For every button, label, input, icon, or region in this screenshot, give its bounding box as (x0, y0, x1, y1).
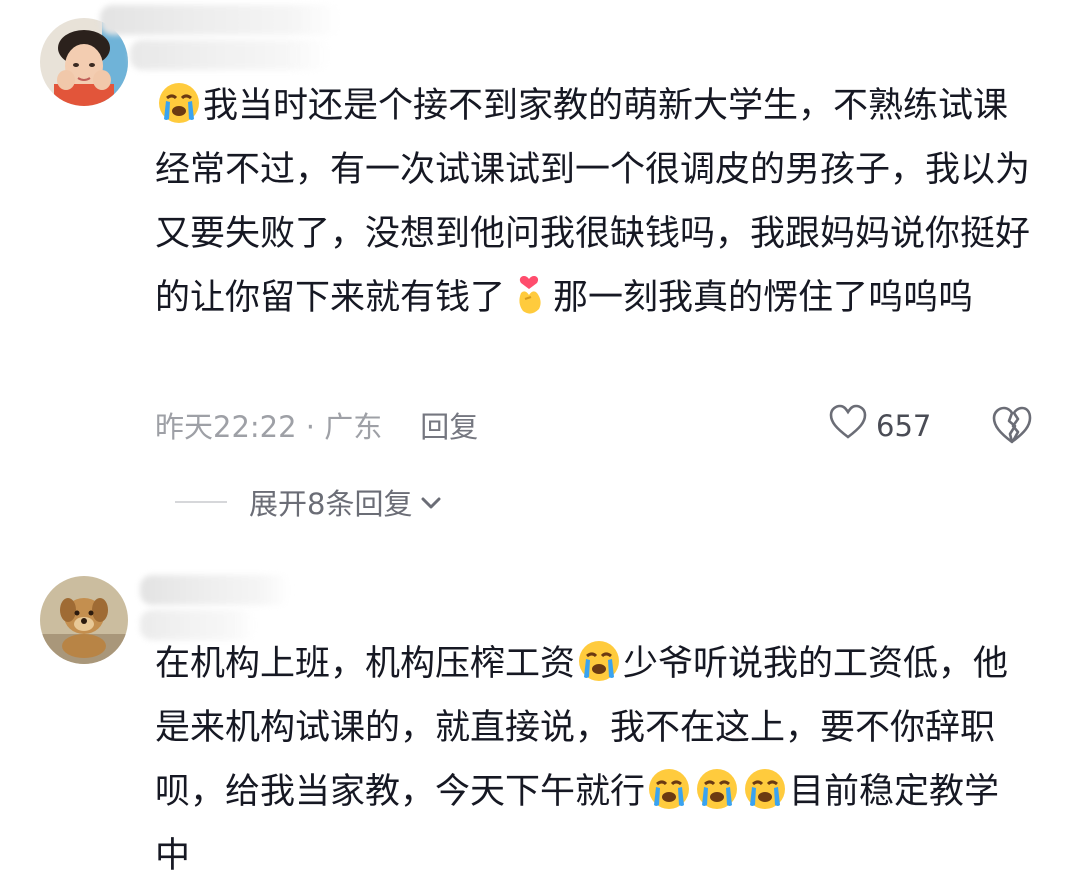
dislike-button[interactable] (990, 404, 1034, 448)
like-button[interactable]: 657 (828, 404, 931, 448)
comment-text: 我当时还是个接不到家教的萌新大学生，不熟练试课经常不过，有一次试课试到一个很调皮… (155, 74, 1030, 330)
finger-heart-icon (507, 273, 551, 317)
comment-time-location: 昨天22:22 · 广东 (155, 410, 383, 444)
avatar[interactable] (40, 576, 128, 664)
comment-text-part: 那一刻我真的愣住了呜呜呜 (553, 278, 974, 318)
comment-meta: 昨天22:22 · 广东 回复 (155, 404, 478, 446)
loudly-crying-face-icon (695, 767, 739, 811)
loudly-crying-face-icon (743, 767, 787, 811)
username-redacted[interactable] (100, 5, 340, 35)
broken-heart-icon (990, 406, 1034, 452)
reply-button[interactable]: 回复 (420, 410, 478, 444)
loudly-crying-face-icon (647, 767, 691, 811)
expand-replies-button[interactable]: 展开8条回复 (175, 480, 444, 524)
like-count: 657 (876, 409, 932, 443)
loudly-crying-face-icon (577, 639, 621, 683)
divider (175, 501, 227, 503)
chevron-down-icon (418, 489, 444, 515)
username-redacted[interactable] (140, 575, 290, 605)
username-redacted (130, 40, 330, 70)
loudly-crying-face-icon (157, 81, 201, 125)
comment-text-part: 在机构上班，机构压榨工资 (155, 644, 576, 684)
heart-icon (828, 403, 868, 450)
comment-text: 在机构上班，机构压榨工资 少爷听说我的工资低，他是来机构试课的，就直接说，我不在这… (155, 632, 1030, 888)
expand-replies-label: 展开8条回复 (249, 487, 413, 521)
